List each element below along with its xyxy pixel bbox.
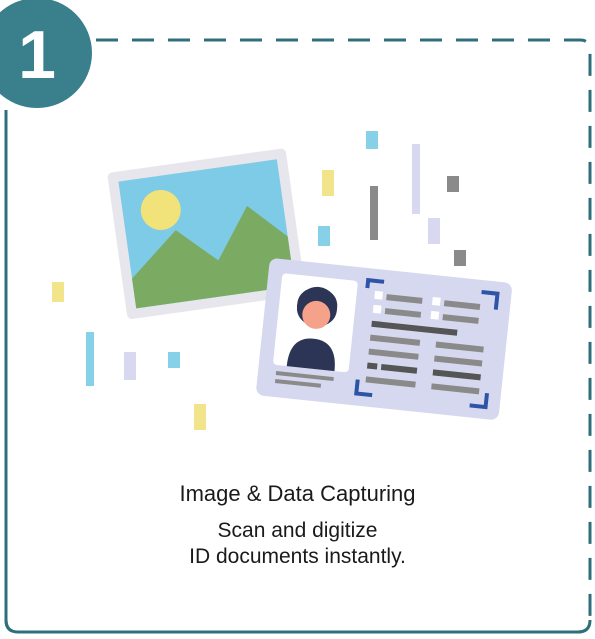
caption-title: Image & Data Capturing <box>179 481 416 506</box>
accent-bar <box>428 218 440 244</box>
accent-bar <box>52 282 64 302</box>
accent-bar <box>168 352 180 368</box>
accent-bar <box>370 186 378 240</box>
accent-bar <box>318 226 330 246</box>
caption-line-2: ID documents instantly. <box>189 545 406 568</box>
accent-bar <box>447 176 459 192</box>
accent-bar <box>322 170 334 196</box>
accent-bar <box>412 144 420 214</box>
id-card-icon <box>256 258 512 420</box>
accent-bar <box>366 131 378 149</box>
accent-bar <box>86 332 94 386</box>
accent-bar <box>124 352 136 380</box>
caption: Image & Data Capturing Scan and digitize… <box>0 480 595 570</box>
caption-line-1: Scan and digitize <box>217 519 378 542</box>
accent-bar <box>454 250 466 266</box>
id-capture-illustration <box>52 131 512 430</box>
accent-bar <box>194 404 206 430</box>
step-number: 1 <box>18 17 56 93</box>
